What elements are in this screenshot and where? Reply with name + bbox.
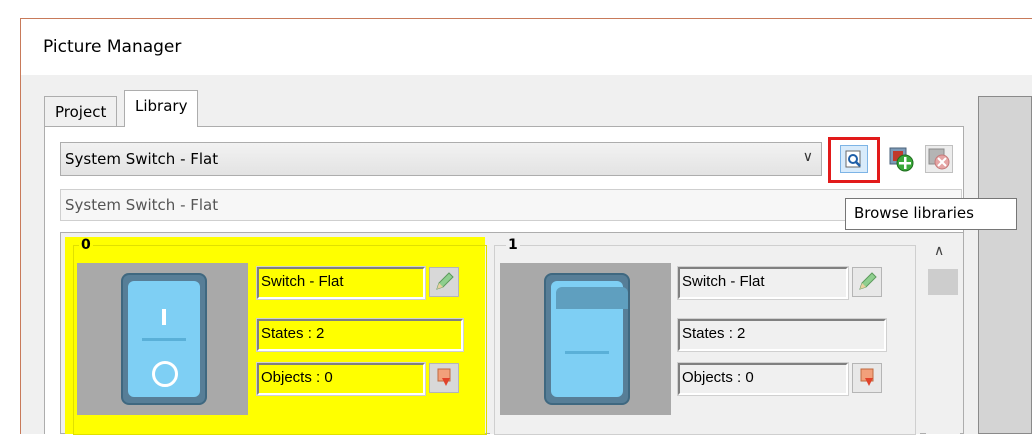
library-select[interactable]: System Switch - Flat ∨ bbox=[60, 142, 822, 176]
switch-on-icon bbox=[121, 273, 207, 405]
chevron-up-icon[interactable]: ∧ bbox=[934, 243, 944, 259]
library-description-text: System Switch - Flat bbox=[65, 196, 219, 214]
item-objects-field: Objects : 0 bbox=[677, 362, 849, 396]
item-index: 0 bbox=[79, 237, 93, 253]
library-description-field[interactable]: System Switch - Flat bbox=[60, 189, 962, 221]
item-name-field[interactable]: Switch - Flat bbox=[256, 266, 426, 300]
tab-project[interactable]: Project bbox=[44, 96, 118, 126]
object-export-icon bbox=[860, 368, 874, 386]
object-export-icon bbox=[437, 368, 451, 386]
tooltip: Browse libraries bbox=[845, 198, 1017, 230]
edit-name-button[interactable] bbox=[429, 267, 459, 297]
objects-button[interactable] bbox=[429, 363, 459, 393]
library-select-value: System Switch - Flat bbox=[65, 150, 219, 168]
tab-library[interactable]: Library bbox=[124, 90, 199, 127]
gallery-scrollbar[interactable]: ∧ bbox=[926, 237, 960, 434]
pencil-icon bbox=[859, 272, 877, 290]
preview-pane bbox=[978, 96, 1032, 434]
browse-libraries-button[interactable] bbox=[840, 145, 868, 173]
edit-name-button[interactable] bbox=[852, 267, 882, 297]
item-index: 1 bbox=[506, 237, 520, 253]
add-library-icon bbox=[889, 147, 914, 172]
item-states-field: States : 2 bbox=[256, 318, 464, 352]
add-library-button[interactable] bbox=[887, 145, 915, 173]
item-name-field[interactable]: Switch - Flat bbox=[677, 266, 849, 300]
pencil-icon bbox=[436, 272, 454, 290]
scroll-thumb[interactable] bbox=[928, 269, 958, 295]
switch-off-icon bbox=[544, 273, 630, 405]
gallery-item-0[interactable]: 0 Switch - Flat States : 2 Objects : 0 bbox=[65, 237, 487, 435]
chevron-down-icon: ∨ bbox=[802, 149, 813, 165]
title-bar: Picture Manager bbox=[21, 19, 1032, 75]
remove-library-button[interactable] bbox=[925, 145, 953, 173]
window-title: Picture Manager bbox=[43, 37, 182, 57]
item-states-field: States : 2 bbox=[677, 318, 887, 352]
remove-library-icon bbox=[928, 148, 950, 170]
objects-button[interactable] bbox=[852, 363, 882, 393]
browse-magnifier-icon bbox=[845, 150, 861, 168]
item-objects-field: Objects : 0 bbox=[256, 362, 426, 396]
item-thumbnail bbox=[500, 263, 671, 415]
gallery-item-1[interactable]: 1 Switch - Flat States : 2 Objects : 0 bbox=[490, 237, 920, 435]
item-thumbnail bbox=[77, 263, 248, 415]
